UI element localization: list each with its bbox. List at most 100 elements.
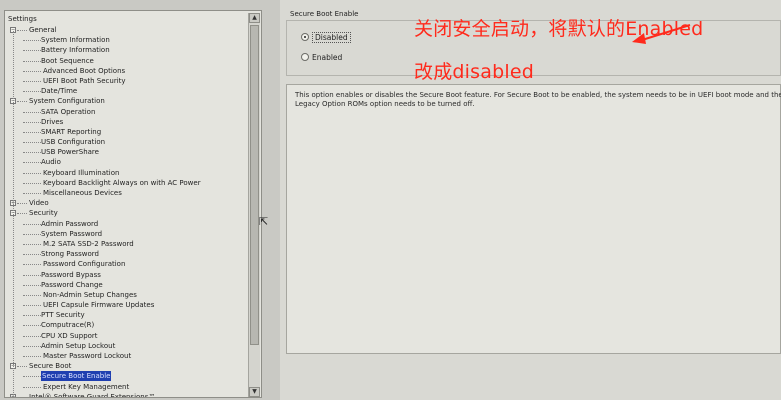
tree-connector bbox=[23, 152, 41, 154]
tree-item-label: M.2 SATA SSD-2 Password bbox=[43, 239, 134, 248]
tree-item-label: Secure Boot bbox=[29, 362, 72, 371]
tree-item-label: Strong Password bbox=[41, 250, 99, 259]
mouse-cursor-icon: ⇱ bbox=[259, 215, 269, 228]
tree-connector bbox=[23, 91, 41, 93]
tree-connector bbox=[23, 80, 41, 82]
tree-item-label: Expert Key Management bbox=[43, 382, 130, 391]
annotation-line-2: 改成disabled bbox=[414, 61, 534, 83]
tree-item[interactable]: Password Change bbox=[7, 280, 247, 290]
tree-item[interactable]: PTT Security bbox=[7, 310, 247, 320]
tree-item-label: Miscellaneous Devices bbox=[43, 189, 122, 197]
tree-item-label: Password Bypass bbox=[41, 270, 101, 279]
tree-connector bbox=[23, 233, 41, 235]
tree-item[interactable]: UEFI Boot Path Security bbox=[7, 76, 247, 86]
tree-item[interactable]: − General bbox=[7, 25, 247, 35]
tree-connector bbox=[17, 203, 27, 205]
tree-item[interactable]: System Information bbox=[7, 35, 247, 45]
description-box: This option enables or disables the Secu… bbox=[286, 84, 781, 354]
radio-disabled[interactable]: Disabled bbox=[301, 31, 351, 43]
tree-item[interactable]: Computrace(R) bbox=[7, 320, 247, 330]
tree-connector bbox=[23, 243, 41, 245]
radio-unselected-icon bbox=[301, 53, 309, 61]
tree-item[interactable]: USB Configuration bbox=[7, 137, 247, 147]
setting-description: This option enables or disables the Secu… bbox=[295, 91, 781, 108]
tree-connector bbox=[23, 40, 41, 42]
tree-item[interactable]: Advanced Boot Options bbox=[7, 66, 247, 76]
tree-connector bbox=[23, 305, 41, 307]
tree-item[interactable]: UEFI Capsule Firmware Updates bbox=[7, 300, 247, 310]
tree-item[interactable]: Password Bypass bbox=[7, 270, 247, 280]
tree-item[interactable]: SMART Reporting bbox=[7, 127, 247, 137]
tree-item-label: Password Configuration bbox=[43, 260, 126, 269]
tree-item[interactable]: Secure Boot Enable bbox=[7, 371, 247, 382]
tree-item[interactable]: Password Configuration bbox=[7, 259, 247, 269]
tree-item[interactable]: Audio bbox=[7, 157, 247, 167]
tree-item[interactable]: Date/Time bbox=[7, 86, 247, 96]
tree-item-label: Intel® Software Guard Extensions™ bbox=[29, 392, 156, 397]
tree-connector bbox=[23, 345, 41, 347]
tree-item-label: Battery Information bbox=[41, 46, 110, 55]
settings-tree-panel: Settings − General System Information Batte… bbox=[4, 10, 262, 398]
tree-item-label: Keyboard Illumination bbox=[43, 168, 120, 177]
tree-connector bbox=[23, 70, 41, 72]
tree-item-label: System Password bbox=[41, 229, 103, 238]
radio-enabled[interactable]: Enabled bbox=[301, 51, 342, 63]
tree-connector bbox=[17, 366, 27, 368]
tree-connector bbox=[23, 294, 41, 296]
tree-item[interactable]: Boot Sequence bbox=[7, 56, 247, 66]
tree-item-label: Password Change bbox=[41, 280, 103, 289]
tree-connector bbox=[23, 182, 41, 184]
tree-item-label: PTT Security bbox=[41, 311, 85, 320]
tree-item[interactable]: USB PowerShare bbox=[7, 147, 247, 157]
tree-item[interactable]: Master Password Lockout bbox=[7, 351, 247, 361]
tree-item-label: Computrace(R) bbox=[41, 321, 95, 330]
tree-connector bbox=[23, 172, 41, 174]
tree-item-label: USB PowerShare bbox=[41, 148, 99, 157]
tree-item-label: System Configuration bbox=[29, 97, 105, 106]
tree-connector bbox=[23, 50, 41, 52]
tree-item-label: Master Password Lockout bbox=[43, 352, 132, 360]
tree-item[interactable]: + Video bbox=[7, 198, 247, 208]
tree-item-label: Admin Setup Lockout bbox=[41, 341, 116, 350]
tree-item[interactable]: Keyboard Backlight Always on with AC Pow… bbox=[7, 178, 247, 188]
tree-connector bbox=[23, 325, 41, 327]
radio-enabled-label: Enabled bbox=[312, 52, 343, 62]
tree-item[interactable]: Admin Password bbox=[7, 219, 247, 229]
tree-item[interactable]: System Password bbox=[7, 229, 247, 239]
tree-item[interactable]: CPU XD Support bbox=[7, 331, 247, 341]
tree-item[interactable]: M.2 SATA SSD-2 Password bbox=[7, 239, 247, 249]
tree-guide-line bbox=[13, 31, 14, 397]
settings-tree: − General System Information Battery Inform… bbox=[7, 25, 247, 397]
tree-connector bbox=[23, 193, 41, 194]
tree-item-label: Drives bbox=[41, 117, 64, 126]
tree-item[interactable]: SATA Operation bbox=[7, 107, 247, 117]
tree-item[interactable]: Expert Key Management bbox=[7, 382, 247, 392]
tree-item[interactable]: Keyboard Illumination bbox=[7, 168, 247, 178]
tree-item[interactable]: Non-Admin Setup Changes bbox=[7, 290, 247, 300]
tree-item[interactable]: − Security bbox=[7, 208, 247, 218]
tree-connector bbox=[23, 131, 41, 133]
tree-scrollbar[interactable]: ▲ ▼ bbox=[248, 13, 260, 397]
tree-item[interactable]: Strong Password bbox=[7, 249, 247, 259]
tree-connector bbox=[23, 376, 41, 378]
scroll-down-arrow-icon[interactable]: ▼ bbox=[249, 387, 260, 397]
tree-item-label: Keyboard Backlight Always on with AC Pow… bbox=[43, 178, 201, 187]
scroll-thumb[interactable] bbox=[250, 25, 259, 345]
tree-item[interactable]: − Secure Boot bbox=[7, 361, 247, 371]
tree-item[interactable]: + Intel® Software Guard Extensions™ bbox=[7, 392, 247, 397]
tree-item-label: Admin Password bbox=[41, 219, 99, 228]
tree-item[interactable]: Miscellaneous Devices bbox=[7, 188, 247, 198]
tree-connector bbox=[23, 111, 41, 113]
radio-selected-icon bbox=[301, 33, 309, 41]
tree-connector bbox=[23, 335, 41, 337]
tree-item[interactable]: Battery Information bbox=[7, 45, 247, 55]
tree-connector bbox=[23, 274, 41, 276]
tree-item-label: CPU XD Support bbox=[41, 331, 98, 340]
setting-title: Secure Boot Enable bbox=[290, 10, 359, 18]
tree-item[interactable]: − System Configuration bbox=[7, 96, 247, 106]
tree-item-label: SATA Operation bbox=[41, 107, 96, 116]
tree-item[interactable]: Drives bbox=[7, 117, 247, 127]
scroll-up-arrow-icon[interactable]: ▲ bbox=[249, 13, 260, 23]
tree-item[interactable]: Admin Setup Lockout bbox=[7, 341, 247, 351]
tree-connector bbox=[23, 254, 41, 256]
